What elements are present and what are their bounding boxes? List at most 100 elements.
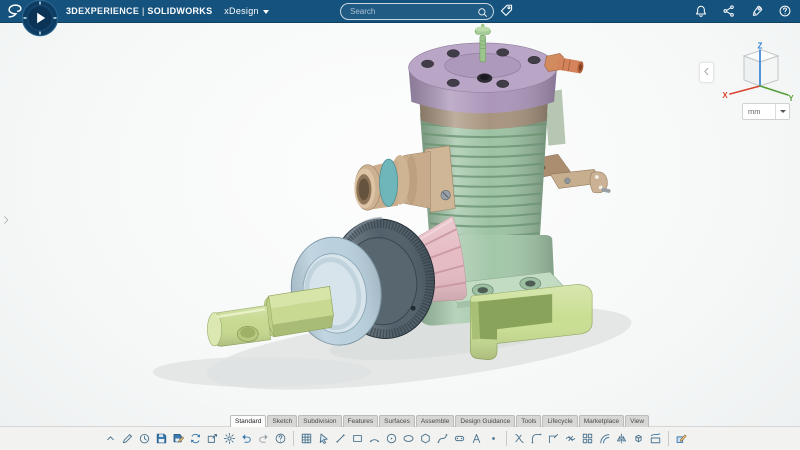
chevron-left-icon <box>701 66 712 77</box>
search-bar[interactable] <box>340 3 494 20</box>
polygon-icon <box>419 432 432 445</box>
tab-standard[interactable]: Standard <box>230 415 266 427</box>
arc-button[interactable] <box>367 429 383 448</box>
app-switcher-caret-icon[interactable] <box>263 10 269 14</box>
compass-west-icon[interactable] <box>23 17 26 19</box>
settings-button[interactable] <box>222 429 238 448</box>
3dexperience-compass[interactable] <box>21 0 59 37</box>
tag-icon <box>499 3 514 18</box>
triad-x-axis <box>730 86 760 94</box>
fillet-button[interactable] <box>529 429 545 448</box>
help-circle-button[interactable] <box>778 4 792 18</box>
part-carburetor-intake[interactable] <box>354 146 455 213</box>
undo-button[interactable] <box>239 429 255 448</box>
triad-y-label: Y <box>788 94 794 103</box>
project-curve-button[interactable] <box>648 429 664 448</box>
mirror-button[interactable] <box>614 429 630 448</box>
search-icon-slot[interactable] <box>477 6 489 18</box>
settings-icon <box>223 432 236 445</box>
offset-button[interactable] <box>597 429 613 448</box>
collapse-button[interactable] <box>103 429 119 448</box>
save-as-button[interactable] <box>171 429 187 448</box>
line-icon <box>334 432 347 445</box>
tab-view[interactable]: View <box>625 415 649 427</box>
convert-entities-icon <box>632 432 645 445</box>
toolbar-separator <box>668 431 669 446</box>
undo-icon <box>240 432 253 445</box>
corner-button[interactable] <box>546 429 562 448</box>
save-button[interactable] <box>154 429 170 448</box>
line-button[interactable] <box>333 429 349 448</box>
compass-south-icon[interactable] <box>39 31 41 34</box>
tab-marketplace[interactable]: Marketplace <box>579 415 624 427</box>
view-cube-collapse-button[interactable] <box>699 62 714 83</box>
point-button[interactable] <box>486 429 502 448</box>
model-engine-assembly[interactable] <box>0 22 800 450</box>
units-selector[interactable]: mm <box>742 103 790 120</box>
offset-icon <box>598 432 611 445</box>
new-design-button[interactable] <box>120 429 136 448</box>
circle-icon <box>385 432 398 445</box>
notifications-button[interactable] <box>694 4 708 18</box>
sketch-grid-button[interactable] <box>299 429 315 448</box>
share-3d-icon <box>722 4 736 18</box>
rectangle-button[interactable] <box>350 429 366 448</box>
sketch-grid-icon <box>300 432 313 445</box>
ellipse-icon <box>402 432 415 445</box>
help-button[interactable] <box>273 429 289 448</box>
tab-subdivision[interactable]: Subdivision <box>298 415 341 427</box>
triad-z-label: Z <box>758 42 763 51</box>
sync-button[interactable] <box>188 429 204 448</box>
view-cube[interactable]: Z X Y <box>716 42 794 108</box>
tag-button[interactable] <box>499 3 514 18</box>
text-button[interactable] <box>469 429 485 448</box>
ellipse-button[interactable] <box>401 429 417 448</box>
tab-surfaces[interactable]: Surfaces <box>379 415 415 427</box>
compass-east-icon[interactable] <box>53 17 56 19</box>
brand-solidworks: SOLIDWORKS <box>147 6 212 16</box>
smart-select-icon <box>317 432 330 445</box>
part-fuel-nipple[interactable] <box>545 53 585 74</box>
search-input[interactable] <box>341 7 477 16</box>
brand-title: 3DEXPERIENCE | SOLIDWORKS xDesign <box>66 0 269 22</box>
slot-button[interactable] <box>452 429 468 448</box>
compass-north-icon[interactable] <box>39 1 41 4</box>
tab-sketch[interactable]: Sketch <box>267 415 297 427</box>
design-history-button[interactable] <box>137 429 153 448</box>
polygon-button[interactable] <box>418 429 434 448</box>
spline-icon <box>436 432 449 445</box>
part-o-ring[interactable] <box>380 159 398 207</box>
exit-sketch-button[interactable] <box>674 429 690 448</box>
quick-trim-button[interactable] <box>563 429 579 448</box>
tab-features[interactable]: Features <box>343 415 379 427</box>
app-name[interactable]: xDesign <box>224 6 259 16</box>
brand-3d: 3D <box>66 6 78 16</box>
part-prop-shaft[interactable] <box>207 305 270 346</box>
pattern-button[interactable] <box>580 429 596 448</box>
share-3d-button[interactable] <box>722 4 736 18</box>
tab-lifecycle[interactable]: Lifecycle <box>542 415 577 427</box>
action-bar <box>0 426 800 450</box>
share-export-button[interactable] <box>205 429 221 448</box>
corner-icon <box>547 432 560 445</box>
spline-button[interactable] <box>435 429 451 448</box>
point-icon <box>487 432 500 445</box>
left-panel-expander[interactable] <box>0 212 12 230</box>
fillet-icon <box>530 432 543 445</box>
graphics-area[interactable]: Z X Y mm <box>0 22 800 450</box>
new-design-icon <box>121 432 134 445</box>
ribbon-tabs: StandardSketchSubdivisionFeaturesSurface… <box>230 415 650 427</box>
tab-design-guidance[interactable]: Design Guidance <box>455 415 515 427</box>
smart-select-button[interactable] <box>316 429 332 448</box>
tab-tools[interactable]: Tools <box>516 415 541 427</box>
redo-button[interactable] <box>256 429 272 448</box>
circle-button[interactable] <box>384 429 400 448</box>
tab-assemble[interactable]: Assemble <box>416 415 455 427</box>
rocket-button[interactable] <box>750 4 764 18</box>
mirror-icon <box>615 432 628 445</box>
units-dropdown-caret-icon[interactable] <box>775 104 789 119</box>
trim-button[interactable] <box>512 429 528 448</box>
help-circle-icon <box>778 4 792 18</box>
convert-entities-button[interactable] <box>631 429 647 448</box>
top-bar-right-icons <box>694 0 792 22</box>
